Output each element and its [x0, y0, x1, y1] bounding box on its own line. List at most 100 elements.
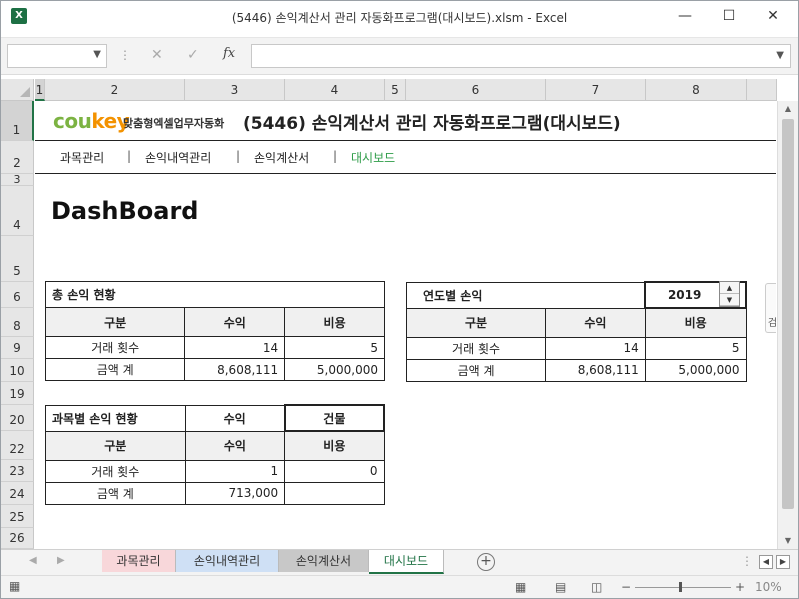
- zoom-in-button[interactable]: +: [735, 580, 745, 594]
- income-value: 14: [545, 336, 646, 360]
- row-header[interactable]: 3: [1, 173, 34, 186]
- enter-icon[interactable]: ✓: [187, 47, 199, 63]
- nav-item-income-statement[interactable]: 손익계산서: [254, 149, 309, 166]
- insert-function-icon[interactable]: fx: [223, 46, 235, 61]
- nav-item-dashboard[interactable]: 대시보드: [351, 149, 395, 166]
- scroll-down-icon[interactable]: ▼: [778, 533, 798, 549]
- zoom-out-button[interactable]: −: [621, 580, 631, 594]
- formula-bar: ▼ ⋮ ✕ ✓ fx ▼: [1, 37, 798, 75]
- row-header[interactable]: 26: [1, 528, 34, 549]
- expense-value: 5: [644, 336, 747, 360]
- subject-selector[interactable]: 건물: [283, 404, 386, 432]
- header-divider: [35, 140, 776, 141]
- row-header[interactable]: 10: [1, 359, 34, 382]
- zoom-level[interactable]: 10%: [755, 580, 782, 594]
- tab-transactions[interactable]: 손익내역관리: [176, 550, 279, 572]
- more-options-icon[interactable]: ⋮: [741, 554, 753, 568]
- spin-down-icon[interactable]: ▼: [720, 294, 739, 306]
- scroll-thumb[interactable]: [782, 119, 794, 509]
- add-sheet-icon[interactable]: +: [477, 553, 495, 571]
- tab-next-icon[interactable]: ▶: [57, 555, 65, 566]
- tab-income-statement[interactable]: 손익계산서: [279, 550, 369, 572]
- tab-subjects[interactable]: 과목관리: [102, 550, 176, 572]
- table-row: 거래 횟수 14 5: [405, 336, 747, 360]
- column-header[interactable]: 2: [45, 79, 185, 101]
- table-title: 과목별 손익 현황: [45, 404, 186, 432]
- yearly-summary-table: 연도별 손익 2019 구분 수익 비용 거래 횟수 14 5 금액 계 8,6…: [405, 281, 747, 382]
- logo-cou: cou: [53, 109, 92, 133]
- column-header[interactable]: 5: [385, 79, 406, 101]
- table-row: 금액 계 713,000: [45, 481, 385, 505]
- row-header[interactable]: 23: [1, 460, 34, 482]
- maximize-button[interactable]: ☐: [709, 5, 749, 27]
- zoom-slider[interactable]: [635, 587, 731, 588]
- row-header[interactable]: 20: [1, 405, 34, 431]
- zoom-slider-knob[interactable]: [679, 582, 682, 592]
- title-bar: X (5446) 손익계산서 관리 자동화프로그램(대시보드).xlsm - E…: [1, 1, 798, 31]
- macro-record-icon[interactable]: ▦: [9, 579, 20, 593]
- table-title: 연도별 손익: [406, 281, 646, 309]
- row-header[interactable]: 4: [1, 186, 34, 236]
- column-heading: 수익: [184, 430, 286, 461]
- logo-tagline: 맞춤형엑셀업무자동화: [123, 117, 225, 130]
- scroll-right-icon[interactable]: ▶: [776, 555, 790, 569]
- formula-input[interactable]: ▼: [251, 44, 791, 68]
- expand-formula-icon[interactable]: ▼: [776, 50, 784, 61]
- row-header[interactable]: 6: [1, 282, 34, 308]
- total-summary-table: 총 손익 현황 구분 수익 비용 거래 횟수 14 5 금액 계 8,608,1…: [44, 281, 385, 381]
- scroll-up-icon[interactable]: ▲: [778, 101, 798, 117]
- column-header[interactable]: [747, 79, 777, 101]
- coukey-logo: coukey: [53, 109, 130, 133]
- spin-up-icon[interactable]: ▲: [720, 282, 739, 294]
- tab-dashboard[interactable]: 대시보드: [369, 550, 444, 574]
- scroll-left-icon[interactable]: ◀: [759, 555, 773, 569]
- vertical-scrollbar[interactable]: ▲ ▼: [777, 101, 798, 549]
- expense-value: 5: [284, 336, 385, 359]
- subject-summary-table: 과목별 손익 현황 수익 건물 구분 수익 비용 거래 횟수 1 0 금액 계 …: [45, 404, 386, 505]
- year-spinner[interactable]: ▲ ▼: [719, 281, 740, 307]
- row-header[interactable]: 2: [1, 141, 34, 174]
- select-all-corner[interactable]: [1, 79, 34, 101]
- row-header[interactable]: 5: [1, 236, 34, 282]
- page-break-view-icon[interactable]: ◫: [591, 580, 602, 594]
- minimize-button[interactable]: —: [665, 5, 705, 27]
- column-header[interactable]: 3: [185, 79, 285, 101]
- nav-item-transactions[interactable]: 손익내역관리: [145, 149, 211, 166]
- column-header[interactable]: 4: [285, 79, 385, 101]
- close-button[interactable]: ✕: [753, 5, 793, 27]
- row-header[interactable]: 22: [1, 431, 34, 460]
- column-heading: 구분: [44, 307, 186, 337]
- normal-view-icon[interactable]: ▦: [515, 580, 526, 594]
- column-header[interactable]: 7: [546, 79, 646, 101]
- nav-separator: |: [127, 149, 132, 163]
- row-label: 거래 횟수: [45, 459, 186, 483]
- row-label: 거래 횟수: [405, 336, 547, 360]
- sheet-grid[interactable]: coukey 맞춤형엑셀업무자동화 (5446) 손익계산서 관리 자동화프로그…: [35, 101, 776, 549]
- nav-item-subjects[interactable]: 과목관리: [60, 149, 104, 166]
- cancel-icon[interactable]: ✕: [151, 47, 163, 63]
- income-value: 1: [184, 459, 286, 483]
- row-header[interactable]: 24: [1, 482, 34, 505]
- column-header[interactable]: 6: [406, 79, 546, 101]
- expense-value: 0: [284, 459, 385, 483]
- page-layout-icon[interactable]: ▤: [555, 580, 566, 594]
- chevron-down-icon[interactable]: ▼: [93, 49, 101, 60]
- more-options-icon[interactable]: ⋮: [119, 48, 131, 62]
- column-heading: 수익: [545, 307, 646, 338]
- dashboard-title: DashBoard: [51, 197, 199, 225]
- row-header[interactable]: 9: [1, 337, 34, 359]
- row-header[interactable]: 8: [1, 308, 34, 337]
- side-panel-tab[interactable]: 검: [765, 283, 776, 333]
- nav-separator: |: [333, 149, 338, 163]
- row-header[interactable]: 1: [1, 101, 34, 141]
- nav-separator: |: [236, 149, 241, 163]
- row-label: 거래 횟수: [44, 336, 186, 359]
- row-header[interactable]: 19: [1, 382, 34, 405]
- name-box[interactable]: ▼: [7, 44, 107, 68]
- tab-prev-icon[interactable]: ◀: [29, 555, 37, 566]
- row-header[interactable]: 25: [1, 505, 34, 528]
- column-header[interactable]: 8: [646, 79, 747, 101]
- row-label: 금액 계: [405, 358, 547, 382]
- column-header[interactable]: 1: [35, 79, 45, 101]
- type-selector[interactable]: 수익: [184, 404, 286, 432]
